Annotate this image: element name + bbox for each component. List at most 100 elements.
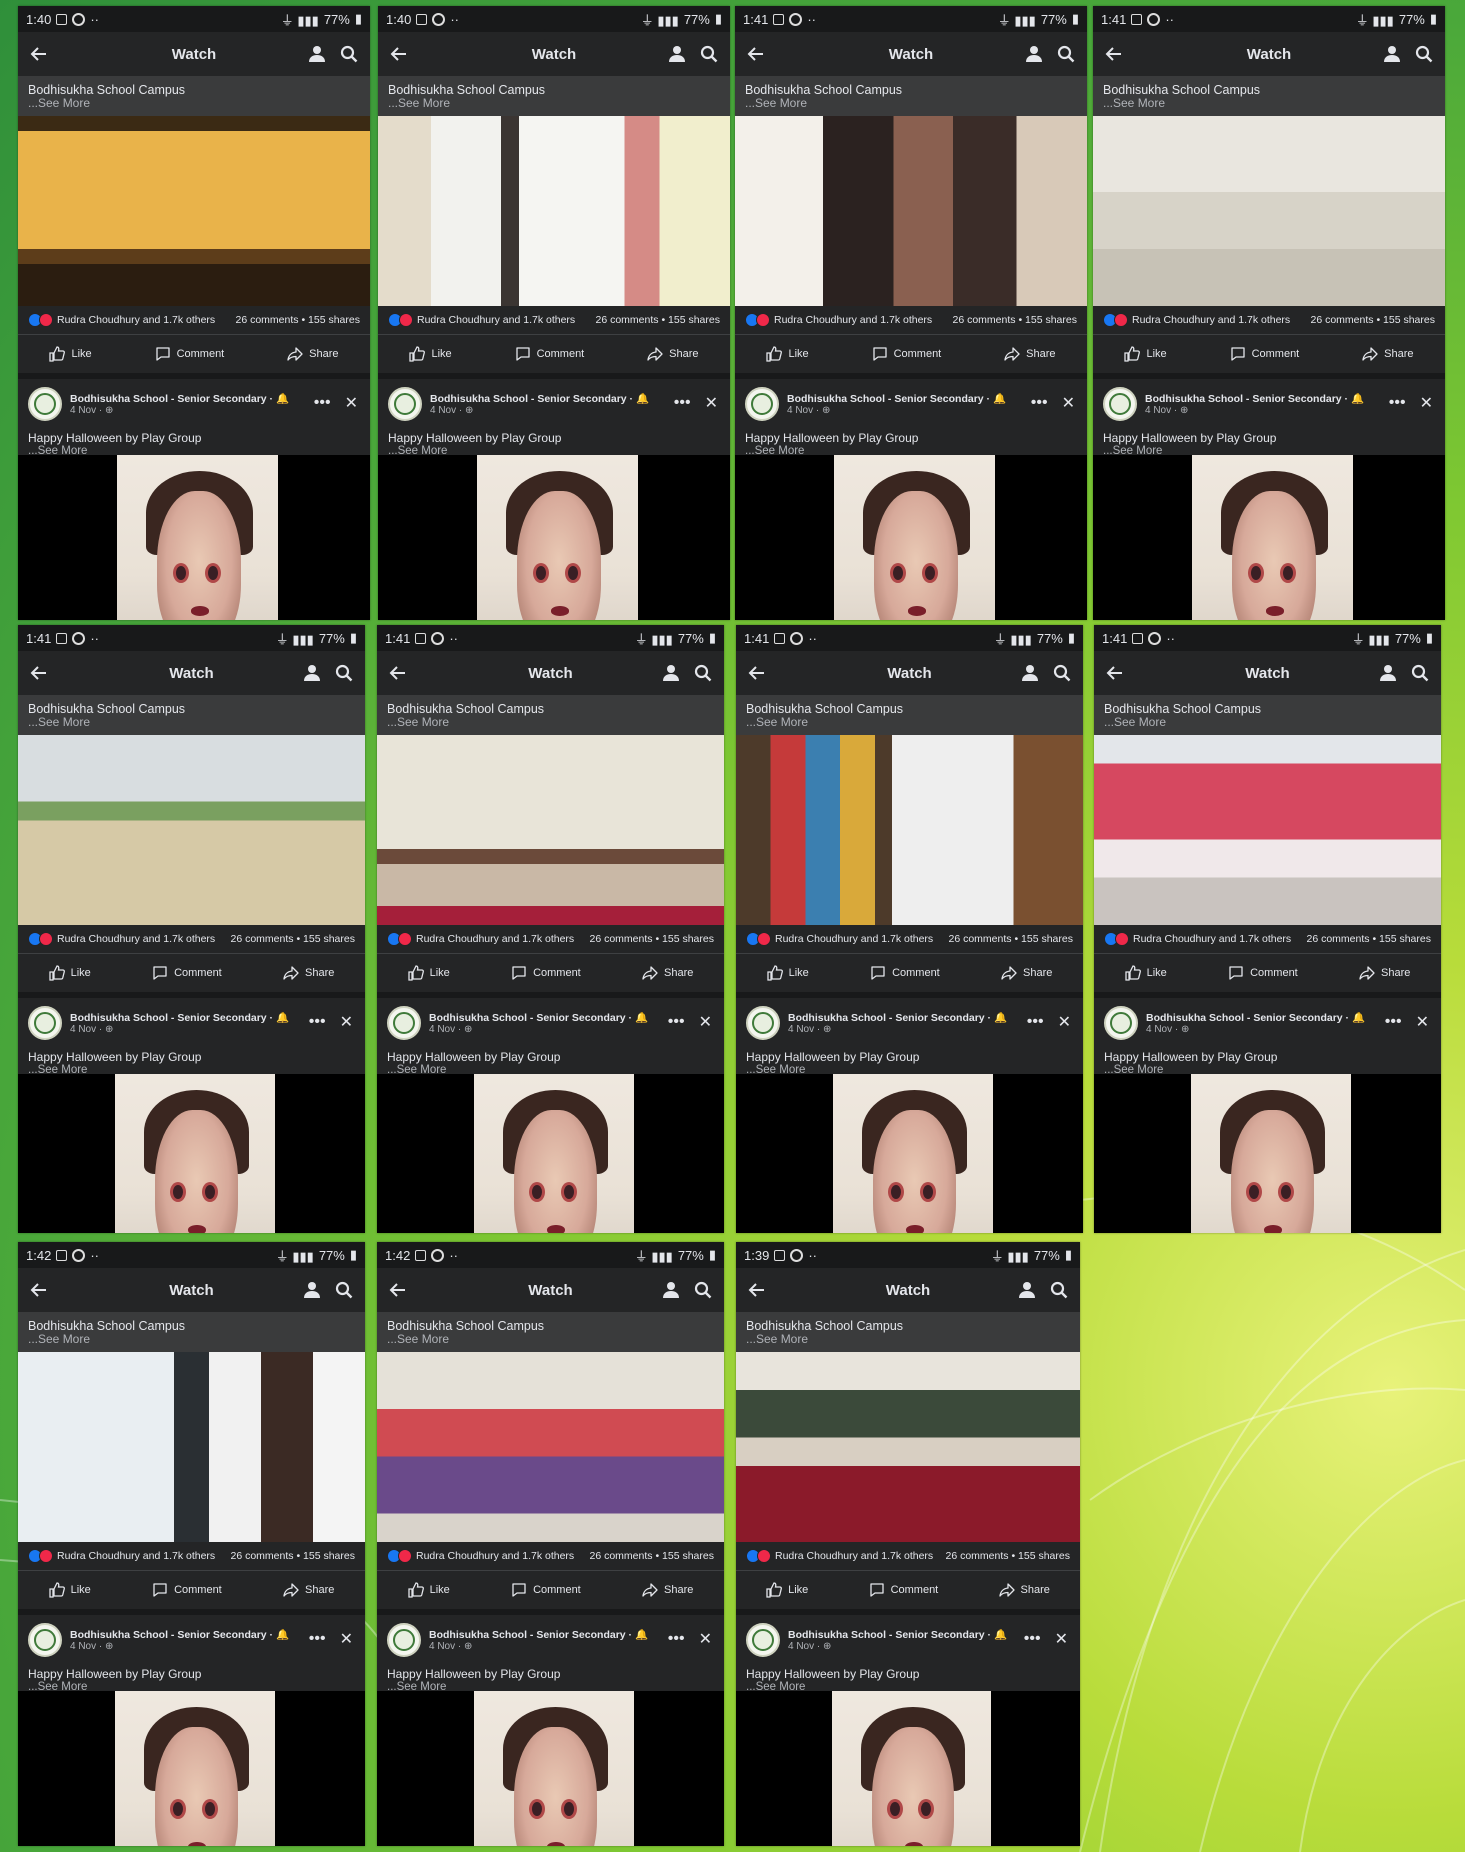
- post-author[interactable]: Bodhisukha School - Senior Secondary ·: [787, 393, 990, 405]
- search-icon[interactable]: [1411, 664, 1429, 682]
- ellipsis-icon[interactable]: •••: [1389, 394, 1406, 412]
- person-icon[interactable]: [308, 45, 326, 63]
- reactions-bar[interactable]: Rudra Choudhury and 1.7k others 26 comme…: [18, 306, 370, 335]
- person-icon[interactable]: [303, 1281, 321, 1299]
- ellipsis-icon[interactable]: •••: [1027, 1013, 1044, 1031]
- arrow-left-icon[interactable]: [1105, 45, 1123, 63]
- comment-button[interactable]: Comment: [155, 346, 224, 362]
- video-thumbnail[interactable]: [735, 116, 1087, 306]
- see-more-link[interactable]: ...See More: [746, 1333, 1070, 1346]
- comment-button[interactable]: Comment: [515, 346, 584, 362]
- close-icon[interactable]: ✕: [340, 1012, 353, 1032]
- close-icon[interactable]: ✕: [699, 1012, 712, 1032]
- comments-shares-count[interactable]: 26 comments • 155 shares: [584, 933, 715, 945]
- like-button[interactable]: Like: [48, 965, 91, 981]
- arrow-left-icon[interactable]: [30, 45, 48, 63]
- arrow-left-icon[interactable]: [1106, 664, 1124, 682]
- reactions-bar[interactable]: Rudra Choudhury and 1.7k others 26 comme…: [378, 306, 730, 335]
- ellipsis-icon[interactable]: •••: [309, 1630, 326, 1648]
- comment-button[interactable]: Comment: [869, 1582, 938, 1598]
- see-more-link[interactable]: ...See More: [745, 97, 1077, 110]
- comments-shares-count[interactable]: 26 comments • 155 shares: [943, 933, 1074, 945]
- avatar[interactable]: [28, 1006, 62, 1040]
- arrow-left-icon[interactable]: [389, 664, 407, 682]
- share-button[interactable]: Share: [642, 1582, 693, 1598]
- reactions-bar[interactable]: Rudra Choudhury and 1.7k others 26 comme…: [377, 925, 724, 954]
- share-button[interactable]: Share: [287, 346, 339, 362]
- halloween-video[interactable]: [377, 1691, 724, 1846]
- close-icon[interactable]: ✕: [345, 393, 358, 413]
- search-icon[interactable]: [694, 1281, 712, 1299]
- reactions-bar[interactable]: Rudra Choudhury and 1.7k others 26 comme…: [735, 306, 1087, 335]
- reactions-bar[interactable]: Rudra Choudhury and 1.7k others 26 comme…: [18, 1542, 365, 1571]
- halloween-video[interactable]: [735, 455, 1087, 620]
- reactors-text[interactable]: Rudra Choudhury and 1.7k others: [416, 1550, 574, 1562]
- see-more-link[interactable]: ...See More: [387, 716, 714, 729]
- person-icon[interactable]: [1383, 45, 1401, 63]
- person-icon[interactable]: [668, 45, 686, 63]
- comments-shares-count[interactable]: 26 comments • 155 shares: [947, 314, 1078, 326]
- arrow-left-icon[interactable]: [30, 1281, 48, 1299]
- video-thumbnail[interactable]: [378, 116, 730, 306]
- reactions-bar[interactable]: Rudra Choudhury and 1.7k others 26 comme…: [1093, 306, 1445, 335]
- avatar[interactable]: [387, 1623, 421, 1657]
- post-author[interactable]: Bodhisukha School - Senior Secondary ·: [788, 1629, 991, 1641]
- halloween-video[interactable]: [1094, 1074, 1441, 1233]
- like-button[interactable]: Like: [766, 346, 809, 362]
- halloween-video[interactable]: [18, 455, 370, 620]
- comments-shares-count[interactable]: 26 comments • 155 shares: [1301, 933, 1432, 945]
- video-thumbnail[interactable]: [736, 1352, 1080, 1542]
- see-more-link[interactable]: ...See More: [388, 97, 720, 110]
- avatar[interactable]: [28, 387, 62, 421]
- halloween-video[interactable]: [736, 1691, 1080, 1846]
- see-more-link[interactable]: ...See More: [387, 1333, 714, 1346]
- person-icon[interactable]: [662, 1281, 680, 1299]
- comment-button[interactable]: Comment: [152, 1582, 222, 1598]
- person-icon[interactable]: [1021, 664, 1039, 682]
- like-button[interactable]: Like: [49, 346, 92, 362]
- post-author[interactable]: Bodhisukha School - Senior Secondary ·: [430, 393, 633, 405]
- comments-shares-count[interactable]: 26 comments • 155 shares: [940, 1550, 1071, 1562]
- post-author[interactable]: Bodhisukha School - Senior Secondary ·: [429, 1012, 632, 1024]
- share-button[interactable]: Share: [1004, 346, 1056, 362]
- reactors-text[interactable]: Rudra Choudhury and 1.7k others: [57, 1550, 215, 1562]
- close-icon[interactable]: ✕: [699, 1629, 712, 1649]
- comment-button[interactable]: Comment: [870, 965, 940, 981]
- search-icon[interactable]: [1057, 45, 1075, 63]
- close-icon[interactable]: ✕: [1055, 1629, 1068, 1649]
- close-icon[interactable]: ✕: [1062, 393, 1075, 413]
- post-author[interactable]: Bodhisukha School - Senior Secondary ·: [70, 1012, 273, 1024]
- reactors-text[interactable]: Rudra Choudhury and 1.7k others: [417, 314, 575, 326]
- search-icon[interactable]: [335, 664, 353, 682]
- ellipsis-icon[interactable]: •••: [1031, 394, 1048, 412]
- comment-button[interactable]: Comment: [511, 1582, 581, 1598]
- reactors-text[interactable]: Rudra Choudhury and 1.7k others: [1133, 933, 1291, 945]
- see-more-link[interactable]: ...See More: [1103, 97, 1435, 110]
- share-button[interactable]: Share: [283, 1582, 334, 1598]
- share-button[interactable]: Share: [647, 346, 699, 362]
- person-icon[interactable]: [1379, 664, 1397, 682]
- avatar[interactable]: [746, 1623, 780, 1657]
- search-icon[interactable]: [1415, 45, 1433, 63]
- arrow-left-icon[interactable]: [747, 45, 765, 63]
- avatar[interactable]: [28, 1623, 62, 1657]
- halloween-video[interactable]: [1093, 455, 1445, 620]
- comment-button[interactable]: Comment: [1228, 965, 1298, 981]
- share-button[interactable]: Share: [998, 1582, 1050, 1598]
- reactors-text[interactable]: Rudra Choudhury and 1.7k others: [775, 1550, 933, 1562]
- search-icon[interactable]: [694, 664, 712, 682]
- reactors-text[interactable]: Rudra Choudhury and 1.7k others: [416, 933, 574, 945]
- ellipsis-icon[interactable]: •••: [668, 1630, 685, 1648]
- reactors-text[interactable]: Rudra Choudhury and 1.7k others: [57, 314, 215, 326]
- see-more-link[interactable]: ...See More: [746, 716, 1073, 729]
- avatar[interactable]: [1104, 1006, 1138, 1040]
- arrow-left-icon[interactable]: [389, 1281, 407, 1299]
- video-thumbnail[interactable]: [1094, 735, 1441, 925]
- video-thumbnail[interactable]: [736, 735, 1083, 925]
- avatar[interactable]: [746, 1006, 780, 1040]
- comment-button[interactable]: Comment: [511, 965, 581, 981]
- avatar[interactable]: [1103, 387, 1137, 421]
- post-author[interactable]: Bodhisukha School - Senior Secondary ·: [788, 1012, 991, 1024]
- video-thumbnail[interactable]: [18, 735, 365, 925]
- like-button[interactable]: Like: [409, 346, 452, 362]
